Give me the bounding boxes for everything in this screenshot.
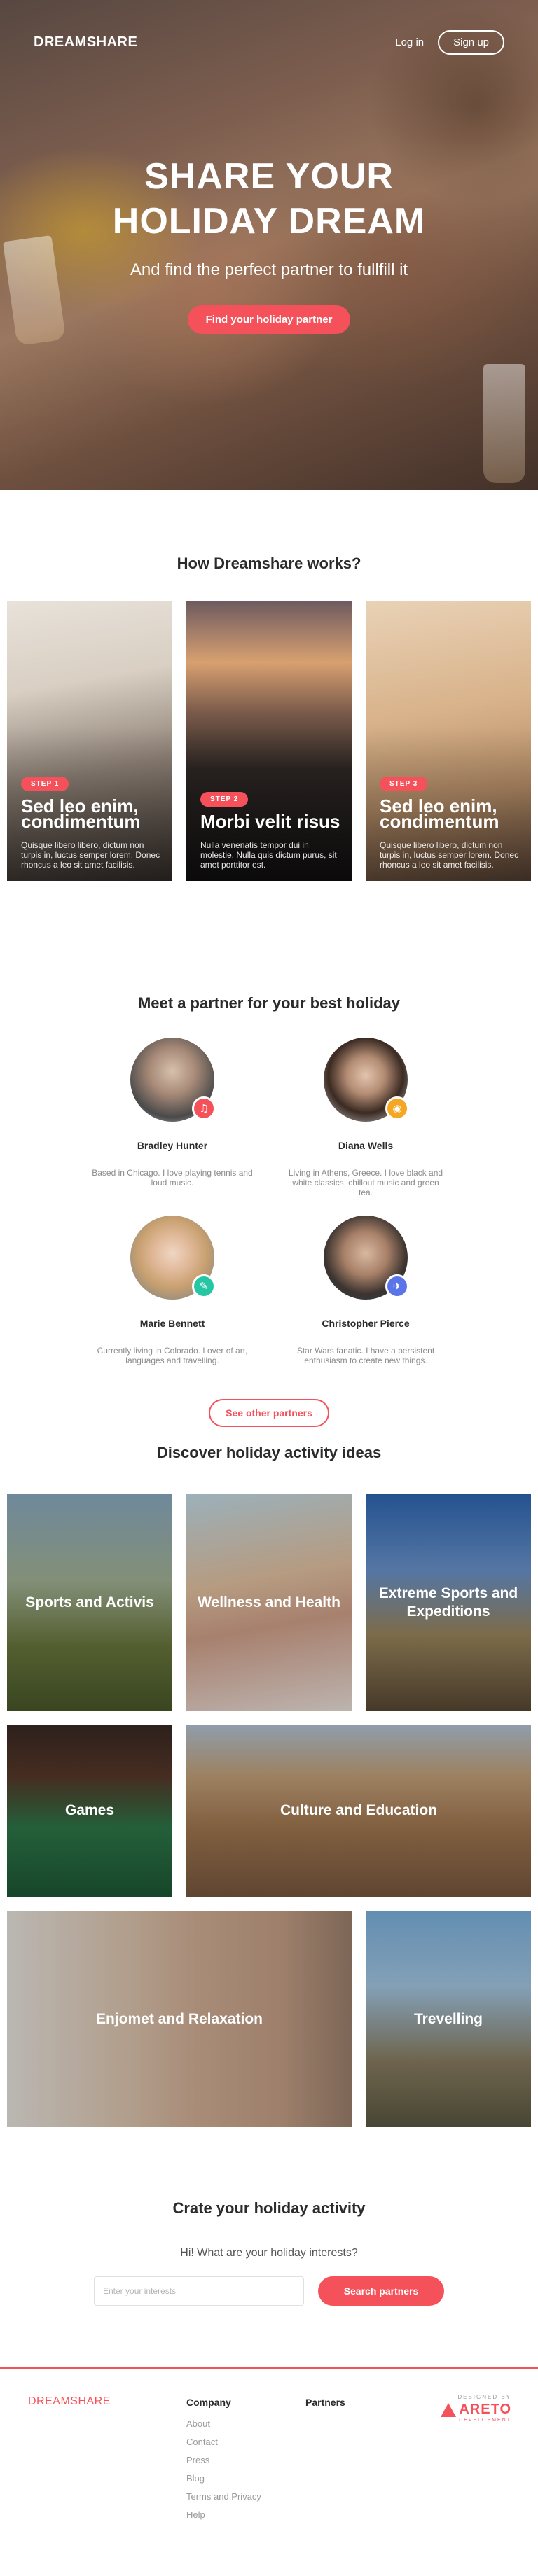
activity-label: Enjomet and Relaxation [95,2010,263,2027]
footer-link-about[interactable]: About [186,2415,261,2433]
activity-tile-extreme-sports[interactable]: Extreme Sports and Expeditions [366,1494,531,1711]
see-other-partners-button[interactable]: See other partners [209,1399,329,1427]
footer-link-blog[interactable]: Blog [186,2470,261,2488]
signup-button[interactable]: Sign up [438,29,504,55]
create-activity-section: Crate your holiday activity Hi! What are… [0,2178,538,2367]
top-navigation: DREAMSHARE Log in Sign up [34,28,504,56]
step-card[interactable]: STEP 3 Sed leo enim, condimentum Quisque… [366,601,531,881]
avatar-wrap: ✎ [130,1216,216,1300]
step-badge: STEP 2 [200,792,249,807]
partners-section: Meet a partner for your best holiday ♫ B… [0,924,538,1428]
steps-list: STEP 1 Sed leo enim, condimentum Quisque… [0,601,538,881]
footer-logo[interactable]: DREAMSHARE [28,2395,111,2408]
activities-section: Discover holiday activity ideas Sports a… [0,1428,538,2178]
see-partners-wrap: See other partners [0,1399,538,1427]
partner-card[interactable]: ✈ Christopher Pierce Star Wars fanatic. … [276,1216,455,1365]
footer-link-contact[interactable]: Contact [186,2433,261,2451]
hero-subtitle: And find the perfect partner to fullfill… [130,260,408,279]
partner-bio: Currently living in Colorado. Lover of a… [97,1346,248,1365]
activity-grid: Sports and Activis Wellness and Health E… [0,1494,538,2173]
interests-question: Hi! What are your holiday interests? [180,2247,358,2259]
activity-label: Trevelling [413,2010,483,2027]
hero-title-line-2: HOLIDAY DREAM [112,201,426,242]
footer-company-column: Company About Contact Press Blog Terms a… [186,2397,261,2524]
step-content: STEP 3 Sed leo enim, condimentum Quisque… [380,777,520,870]
activity-label: Culture and Education [280,1802,437,1818]
avatar-wrap: ♫ [130,1038,216,1122]
step-text: Quisque libero libero, dictum non turpis… [21,840,160,870]
partner-card[interactable]: ✎ Marie Bennett Currently living in Colo… [83,1216,262,1365]
interests-input[interactable] [94,2276,304,2306]
avatar-wrap: ✈ [324,1216,409,1300]
auth-nav: Log in Sign up [395,29,504,55]
footer-link-terms[interactable]: Terms and Privacy [186,2488,261,2506]
areto-logo: ARETO [441,2402,511,2418]
activity-tile-wellness[interactable]: Wellness and Health [186,1494,352,1711]
hero-title: SHARE YOUR HOLIDAY DREAM [0,154,538,244]
interests-form: Search partners [0,2276,538,2306]
create-activity-title: Crate your holiday activity [172,2199,366,2217]
partner-card[interactable]: ◉ Diana Wells Living in Athens, Greece. … [276,1038,455,1197]
brush-icon: ✎ [192,1274,216,1298]
step-content: STEP 1 Sed leo enim, condimentum Quisque… [21,777,161,870]
activity-tile-games[interactable]: Games [7,1725,172,1897]
footer-company-heading: Company [186,2397,231,2408]
partner-bio: Star Wars fanatic. I have a persistent e… [296,1346,435,1365]
hero-section: DREAMSHARE Log in Sign up SHARE YOUR HOL… [0,0,538,490]
step-text: Nulla venenatis tempor dui in molestie. … [200,840,337,870]
search-partners-button[interactable]: Search partners [318,2276,444,2306]
footer-partners-heading[interactable]: Partners [305,2397,345,2408]
step-card[interactable]: STEP 1 Sed leo enim, condimentum Quisque… [7,601,172,881]
step-badge: STEP 3 [380,777,428,791]
designed-by-label: DESIGNED BY [457,2394,511,2400]
plane-icon: ✈ [385,1274,409,1298]
activity-label: Extreme Sports and Expeditions [378,1585,518,1620]
how-it-works-section: How Dreamshare works? STEP 1 Sed leo eni… [0,490,538,924]
camera-icon: ◉ [385,1096,409,1120]
areto-development-label: DEVELOPMENT [459,2418,511,2423]
avatar-wrap: ◉ [324,1038,409,1122]
activity-tile-sports[interactable]: Sports and Activis [7,1494,172,1711]
find-partner-button[interactable]: Find your holiday partner [187,305,351,334]
site-footer: DREAMSHARE Company About Contact Press B… [0,2367,538,2541]
step-text: Quisque libero libero, dictum non turpis… [380,840,519,870]
step-title: Sed leo enim, condimentum [380,795,499,832]
activity-label: Sports and Activis [25,1594,154,1610]
site-logo[interactable]: DREAMSHARE [34,34,137,50]
activity-tile-culture[interactable]: Culture and Education [186,1725,531,1897]
step-title: Morbi velit risus [200,811,340,832]
login-link[interactable]: Log in [395,36,424,48]
partner-name[interactable]: Bradley Hunter [83,1140,262,1151]
music-icon: ♫ [192,1096,216,1120]
activity-tile-travelling[interactable]: Trevelling [366,1911,531,2127]
partner-name[interactable]: Marie Bennett [83,1318,262,1329]
partner-name[interactable]: Diana Wells [276,1140,455,1151]
footer-link-help[interactable]: Help [186,2506,261,2524]
hero-content: SHARE YOUR HOLIDAY DREAM And find the pe… [0,154,538,334]
areto-triangle-icon [441,2402,457,2417]
activity-label: Games [64,1802,115,1818]
activity-tile-relaxation[interactable]: Enjomet and Relaxation [7,1911,352,2127]
partner-bio: Living in Athens, Greece. I love black a… [288,1168,443,1197]
partner-card[interactable]: ♫ Bradley Hunter Based in Chicago. I lov… [83,1038,262,1188]
activities-title: Discover holiday activity ideas [156,1444,382,1461]
step-badge: STEP 1 [21,777,69,791]
step-content: STEP 2 Morbi velit risus Nulla venenatis… [200,792,340,870]
step-card[interactable]: STEP 2 Morbi velit risus Nulla venenatis… [186,601,352,881]
how-it-works-title: How Dreamshare works? [177,555,361,572]
partner-bio: Based in Chicago. I love playing tennis … [92,1168,253,1188]
hero-glass-image [483,364,525,483]
areto-wordmark: ARETO [459,2402,511,2417]
partner-grid: ♫ Bradley Hunter Based in Chicago. I lov… [0,1038,538,1365]
partners-title: Meet a partner for your best holiday [137,994,401,1012]
footer-link-press[interactable]: Press [186,2451,261,2470]
footer-partners-column: Partners [305,2397,345,2415]
partner-name[interactable]: Christopher Pierce [276,1318,455,1329]
step-title: Sed leo enim, condimentum [21,795,141,832]
designer-credit[interactable]: DESIGNED BY ARETO DEVELOPMENT [441,2394,511,2423]
hero-title-line-1: SHARE YOUR [144,156,394,197]
activity-label: Wellness and Health [198,1594,340,1610]
